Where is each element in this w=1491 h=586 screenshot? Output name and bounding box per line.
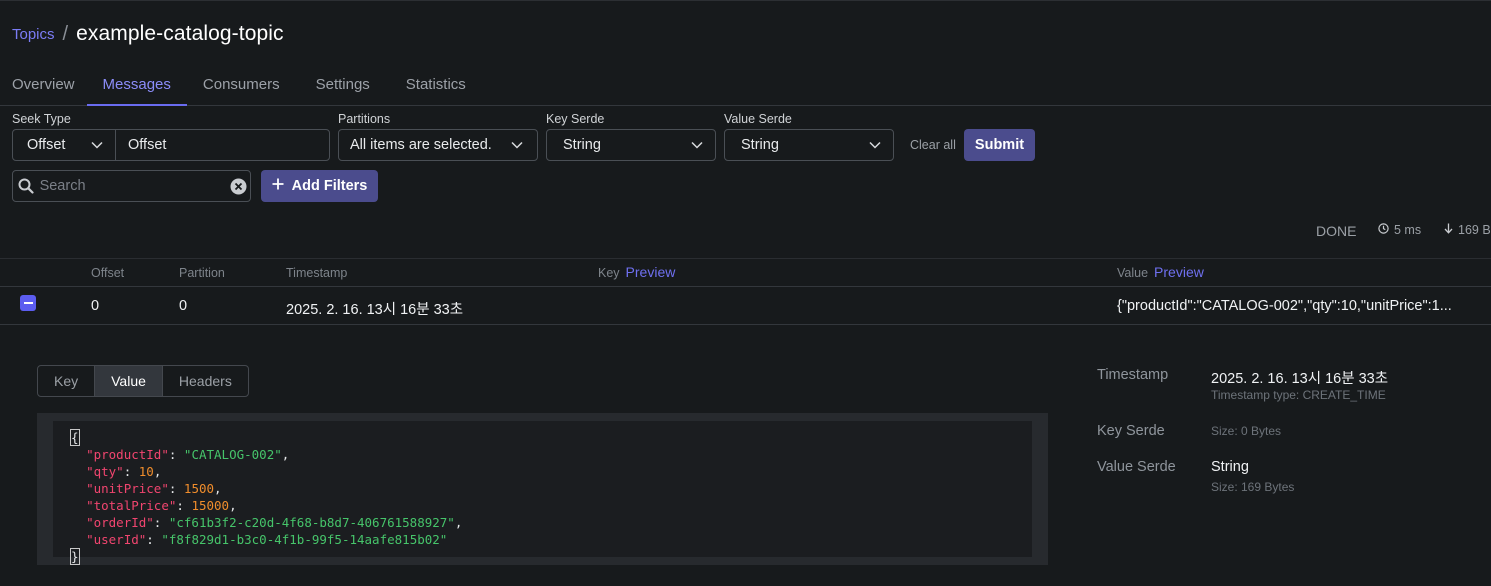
seek-type-value: Offset xyxy=(27,137,66,153)
top-divider xyxy=(0,0,1491,1)
search-box xyxy=(12,170,251,202)
partitions-value: All items are selected. xyxy=(350,137,492,153)
json-line: "userId": "f8f829d1-b3c0-4f1b-99f5-14aaf… xyxy=(86,532,448,547)
seek-type-select[interactable]: Offset xyxy=(12,129,116,161)
seek-type-label: Seek Type xyxy=(12,112,71,126)
seek-offset-input[interactable]: Offset xyxy=(115,129,330,161)
header-value-label: Value xyxy=(1117,266,1149,280)
status-elapsed: 5 ms xyxy=(1378,223,1421,237)
arrow-down-icon xyxy=(1444,223,1453,237)
partitions-label: Partitions xyxy=(338,112,391,126)
key-serde-value: String xyxy=(563,137,601,153)
json-key: "totalPrice" xyxy=(86,498,177,513)
json-value: "f8f829d1-b3c0-4f1b-99f5-14aafe815b02" xyxy=(161,532,448,547)
chevron-down-icon xyxy=(85,141,109,149)
size-value: 169 B xyxy=(1458,223,1491,237)
detail-tabs: Key Value Headers xyxy=(37,365,249,397)
tab-overview[interactable]: Overview xyxy=(0,66,87,106)
breadcrumb-separator: / xyxy=(62,22,69,45)
search-icon xyxy=(13,178,40,194)
row-offset: 0 xyxy=(91,298,100,314)
json-key: "productId" xyxy=(86,447,169,462)
add-filters-button[interactable]: Add Filters xyxy=(261,170,378,202)
page-title: example-catalog-topic xyxy=(76,22,284,45)
json-value: 10 xyxy=(138,464,154,479)
breadcrumb-topics-link[interactable]: Topics xyxy=(12,26,55,43)
clock-icon xyxy=(1378,223,1389,237)
collapse-row-icon[interactable] xyxy=(20,295,36,311)
json-key: "userId" xyxy=(86,532,147,547)
json-line: "totalPrice": 15000, xyxy=(86,498,237,513)
json-value: "cf61b3f2-c20d-4f68-b8d7-406761588927" xyxy=(168,515,455,530)
json-line: "qty": 10, xyxy=(86,464,162,479)
meta-value-serde-size: Size: 169 Bytes xyxy=(1211,480,1295,494)
tab-statistics[interactable]: Statistics xyxy=(388,66,484,106)
meta-timestamp-label: Timestamp xyxy=(1097,367,1169,383)
elapsed-value: 5 ms xyxy=(1394,223,1422,237)
clear-search-icon[interactable] xyxy=(227,178,250,195)
status-size: 169 B xyxy=(1444,223,1491,237)
tab-messages[interactable]: Messages xyxy=(86,66,187,106)
search-input[interactable] xyxy=(39,178,227,194)
value-preview-link[interactable]: Preview xyxy=(1154,264,1204,280)
json-close-brace: } xyxy=(70,548,80,565)
messages-table-header: Offset Partition Timestamp Key Preview Va… xyxy=(0,258,1491,287)
plus-icon xyxy=(272,178,284,194)
json-key: "qty" xyxy=(86,464,124,479)
seek-offset-value: Offset xyxy=(128,137,167,153)
meta-value-serde-value: String xyxy=(1211,459,1249,475)
value-viewer: { "productId": "CATALOG-002", "qty": 10,… xyxy=(37,413,1048,565)
value-serde-select[interactable]: String xyxy=(724,129,894,161)
meta-key-serde-label: Key Serde xyxy=(1097,423,1165,439)
meta-timestamp-value: 2025. 2. 16. 13시 16분 33초 xyxy=(1211,371,1389,387)
key-serde-label: Key Serde xyxy=(546,112,605,126)
json-value: "CATALOG-002" xyxy=(183,447,282,462)
partitions-select[interactable]: All items are selected. xyxy=(338,129,538,161)
value-serde-value: String xyxy=(741,137,779,153)
topic-tabs: Overview Messages Consumers Settings Sta… xyxy=(0,66,1491,106)
json-editor[interactable]: { "productId": "CATALOG-002", "qty": 10,… xyxy=(53,421,1032,565)
key-preview-link[interactable]: Preview xyxy=(626,264,676,280)
json-line: "productId": "CATALOG-002", xyxy=(86,447,290,462)
header-value: Value Preview xyxy=(1117,264,1204,280)
json-key: "orderId" xyxy=(86,515,154,530)
json-key: "unitPrice" xyxy=(86,481,169,496)
table-row[interactable]: 0 0 2025. 2. 16. 13시 16분 33초 {"productId… xyxy=(0,287,1491,325)
detail-tab-key[interactable]: Key xyxy=(38,366,96,396)
header-offset: Offset xyxy=(91,266,125,280)
tab-consumers[interactable]: Consumers xyxy=(187,66,298,106)
meta-timestamp-type: Timestamp type: CREATE_TIME xyxy=(1211,388,1386,402)
json-line: "unitPrice": 1500, xyxy=(86,481,222,496)
submit-button[interactable]: Submit xyxy=(964,129,1035,161)
key-serde-select[interactable]: String xyxy=(546,129,716,161)
json-line: "orderId": "cf61b3f2-c20d-4f68-b8d7-4067… xyxy=(86,515,463,530)
row-timestamp: 2025. 2. 16. 13시 16분 33초 xyxy=(286,302,464,318)
json-value: 1500 xyxy=(183,481,215,496)
meta-key-serde-size: Size: 0 Bytes xyxy=(1211,424,1282,438)
chevron-down-icon xyxy=(863,141,887,149)
header-timestamp: Timestamp xyxy=(286,266,348,280)
clear-all-button[interactable]: Clear all xyxy=(904,129,962,161)
header-partition: Partition xyxy=(179,266,225,280)
tab-settings[interactable]: Settings xyxy=(298,66,388,106)
add-filters-label: Add Filters xyxy=(291,178,368,194)
header-key-label: Key xyxy=(598,266,620,280)
json-value: 15000 xyxy=(191,498,230,513)
chevron-down-icon xyxy=(685,141,709,149)
header-key: Key Preview xyxy=(598,264,675,280)
json-open-brace: { xyxy=(70,429,80,446)
meta-value-serde-label: Value Serde xyxy=(1097,459,1176,475)
status-state: DONE xyxy=(1316,223,1357,239)
breadcrumb: Topics / example-catalog-topic xyxy=(12,20,284,48)
detail-tab-headers[interactable]: Headers xyxy=(163,366,248,396)
value-serde-label: Value Serde xyxy=(724,112,792,126)
row-partition: 0 xyxy=(179,298,188,314)
row-value: {"productId":"CATALOG-002","qty":10,"uni… xyxy=(1117,298,1452,314)
chevron-down-icon xyxy=(505,141,529,149)
detail-tab-value[interactable]: Value xyxy=(95,366,163,396)
